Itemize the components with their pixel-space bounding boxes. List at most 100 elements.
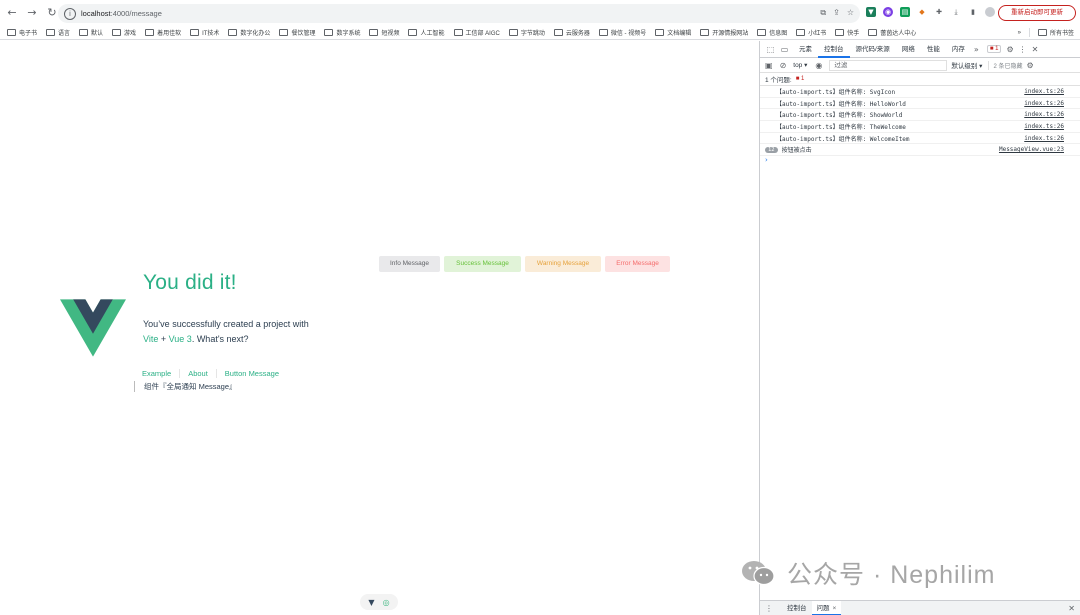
bookmark-folder[interactable]: 着用佳软 [145,28,181,37]
vue-logo [60,299,126,357]
back-arrow-icon[interactable]: ← [4,5,20,21]
drawer-tab-console[interactable]: 控制台 [782,601,812,615]
bookmark-folder[interactable]: 电子书 [7,28,37,37]
bookmark-folder[interactable]: 工信部 AIGC [453,28,500,37]
bookmark-label: 电子书 [19,31,38,37]
console-log-row: 【auto-import.ts】组件名称: ShowWorld index.ts:… [760,109,1080,122]
bookmark-folder[interactable]: 蕾茵达人中心 [868,28,916,37]
more-tabs-icon[interactable]: » [971,45,982,54]
profile-avatar[interactable] [985,7,995,17]
url-text[interactable]: localhost:4000/message [81,9,162,18]
issues-bar[interactable]: 1 个问题: ■ 1 [760,73,1080,86]
log-source-link[interactable]: index.ts:26 [1024,88,1064,95]
address-bar[interactable]: i localhost:4000/message ⧉ ⇪ ☆ [58,4,860,23]
target-icon[interactable]: ◎ [383,598,390,607]
bookmark-folder[interactable]: 字节跳动 [508,28,545,37]
inspect-element-icon[interactable]: ⬚ [765,45,776,54]
bookmark-folder[interactable]: 微信 - 视频号 [598,28,647,37]
bookmark-folder[interactable]: 人工智能 [408,28,445,37]
more-bookmarks-icon[interactable]: » [1018,30,1021,36]
tab-elements[interactable]: 元素 [793,41,818,58]
close-icon[interactable]: × [833,605,837,612]
more-options-icon[interactable]: ⋮ [1019,45,1027,54]
bookmark-folder[interactable]: 游戏 [112,28,136,37]
live-expression-eye-icon[interactable]: ◉ [815,61,822,70]
context-selector[interactable]: top ▾ [793,61,807,69]
success-message-button[interactable]: Success Message [444,256,521,272]
bookmark-folder[interactable]: 信息图 [757,28,787,37]
log-levels-dropdown[interactable]: 默认级别 ▾ [951,60,982,70]
console-log-row: 【auto-import.ts】组件名称: HelloWorld index.ts… [760,98,1080,110]
info-message-button[interactable]: Info Message [379,256,440,272]
bookmark-folder[interactable]: 餐饮管理 [279,28,315,37]
tab-network[interactable]: 网络 [896,41,921,58]
folder-icon [835,29,845,36]
metamask-icon[interactable]: ◆ [917,7,927,17]
bookmark-folder[interactable]: 默认 [79,28,103,37]
bookmark-folder[interactable]: IT技术 [190,28,219,37]
site-info-icon[interactable]: i [64,7,76,20]
log-source-link[interactable]: index.ts:26 [1024,135,1064,142]
forward-arrow-icon[interactable]: → [24,5,40,21]
bookmark-folder[interactable]: 文档编辑 [655,28,691,37]
vue-devtools-extension-icon[interactable]: ▼ [866,7,876,17]
bookmark-folder[interactable]: 开源情报网站 [700,28,748,37]
console-filter-input[interactable]: 过滤 [829,59,948,71]
folder-icon [369,29,379,36]
folder-icon [79,29,89,36]
bookmark-folder[interactable]: 数字化办公 [228,28,270,37]
console-log-row-grouped: 12 按钮被点击 MessageView.vue:23 [760,144,1080,157]
log-source-link[interactable]: MessageView.vue:23 [999,146,1064,153]
tab-memory[interactable]: 内存 [946,41,971,58]
share-icon[interactable]: ⇪ [833,8,840,18]
device-toolbar-icon[interactable]: ▭ [779,45,790,54]
bookmark-label: 数字化办公 [240,31,271,37]
nav-about-link[interactable]: About [179,369,216,378]
bookmark-folder[interactable]: 语言 [46,28,70,37]
extension-icon[interactable]: ▤ [900,7,910,17]
tab-console[interactable]: 控制台 [818,41,850,58]
issues-count-badge[interactable]: ■ 1 [796,76,805,82]
puzzle-icon[interactable]: ✚ [934,7,944,17]
download-icon[interactable]: ⤓ [951,7,961,17]
tab-sources[interactable]: 源代码/来源 [850,41,896,58]
vue-icon[interactable]: ▼ [368,598,374,607]
bookmark-folder[interactable]: 数字系统 [324,28,360,37]
drawer-tab-issues[interactable]: 问题 × [811,600,842,615]
console-settings-icon[interactable]: ⚙ [1026,61,1033,70]
vue-link[interactable]: Vue 3 [169,334,192,344]
extension-icon[interactable]: ◉ [883,7,893,17]
bookmark-folder[interactable]: 短视频 [369,28,399,37]
restart-update-button[interactable]: 重新启动即可更新 [998,5,1076,21]
close-icon[interactable]: ✕ [1032,45,1039,54]
translate-icon[interactable]: ⧉ [820,8,826,18]
nav-example-link[interactable]: Example [142,369,179,378]
bookmark-folder[interactable]: 小红书 [796,28,826,37]
warning-message-button[interactable]: Warning Message [525,256,601,272]
error-message-button[interactable]: Error Message [605,256,670,272]
star-icon[interactable]: ☆ [847,8,854,18]
console-prompt[interactable]: › [760,156,1080,166]
nav-button-message-link[interactable]: Button Message [215,369,287,378]
bookmark-label: 微信 - 视频号 [610,31,647,37]
issue-badge[interactable]: ■ 1 [986,45,1002,53]
close-drawer-icon[interactable]: ✕ [1068,604,1075,613]
bookmark-folder[interactable]: 快手 [835,28,859,37]
log-message: 【auto-import.ts】组件名称: TheWelcome [776,123,906,131]
log-source-link[interactable]: index.ts:26 [1024,100,1064,107]
settings-gear-icon[interactable]: ⚙ [1006,45,1013,54]
console-log-row: 【auto-import.ts】组件名称: TheWelcome index.ts… [760,121,1080,133]
log-source-link[interactable]: index.ts:26 [1024,111,1064,118]
clear-console-icon[interactable]: ⊘ [780,61,787,70]
sidebar-toggle-icon[interactable]: ▣ [765,61,773,70]
devtools-drawer: ⋮ 控制台 问题 × ✕ [760,600,1080,615]
vue-devtools-floating-button[interactable]: ▼ ◎ [360,594,398,610]
sidebar-icon[interactable]: ▮ [968,7,978,17]
log-message: 【auto-import.ts】组件名称: WelcomeItem [776,135,910,143]
vite-link[interactable]: Vite [143,334,158,344]
bookmark-folder[interactable]: 云服务器 [553,28,590,37]
log-source-link[interactable]: index.ts:26 [1024,123,1064,130]
tab-performance[interactable]: 性能 [921,41,946,58]
drawer-menu-icon[interactable]: ⋮ [765,604,773,613]
all-bookmarks[interactable]: 所有书签 [1050,28,1074,37]
